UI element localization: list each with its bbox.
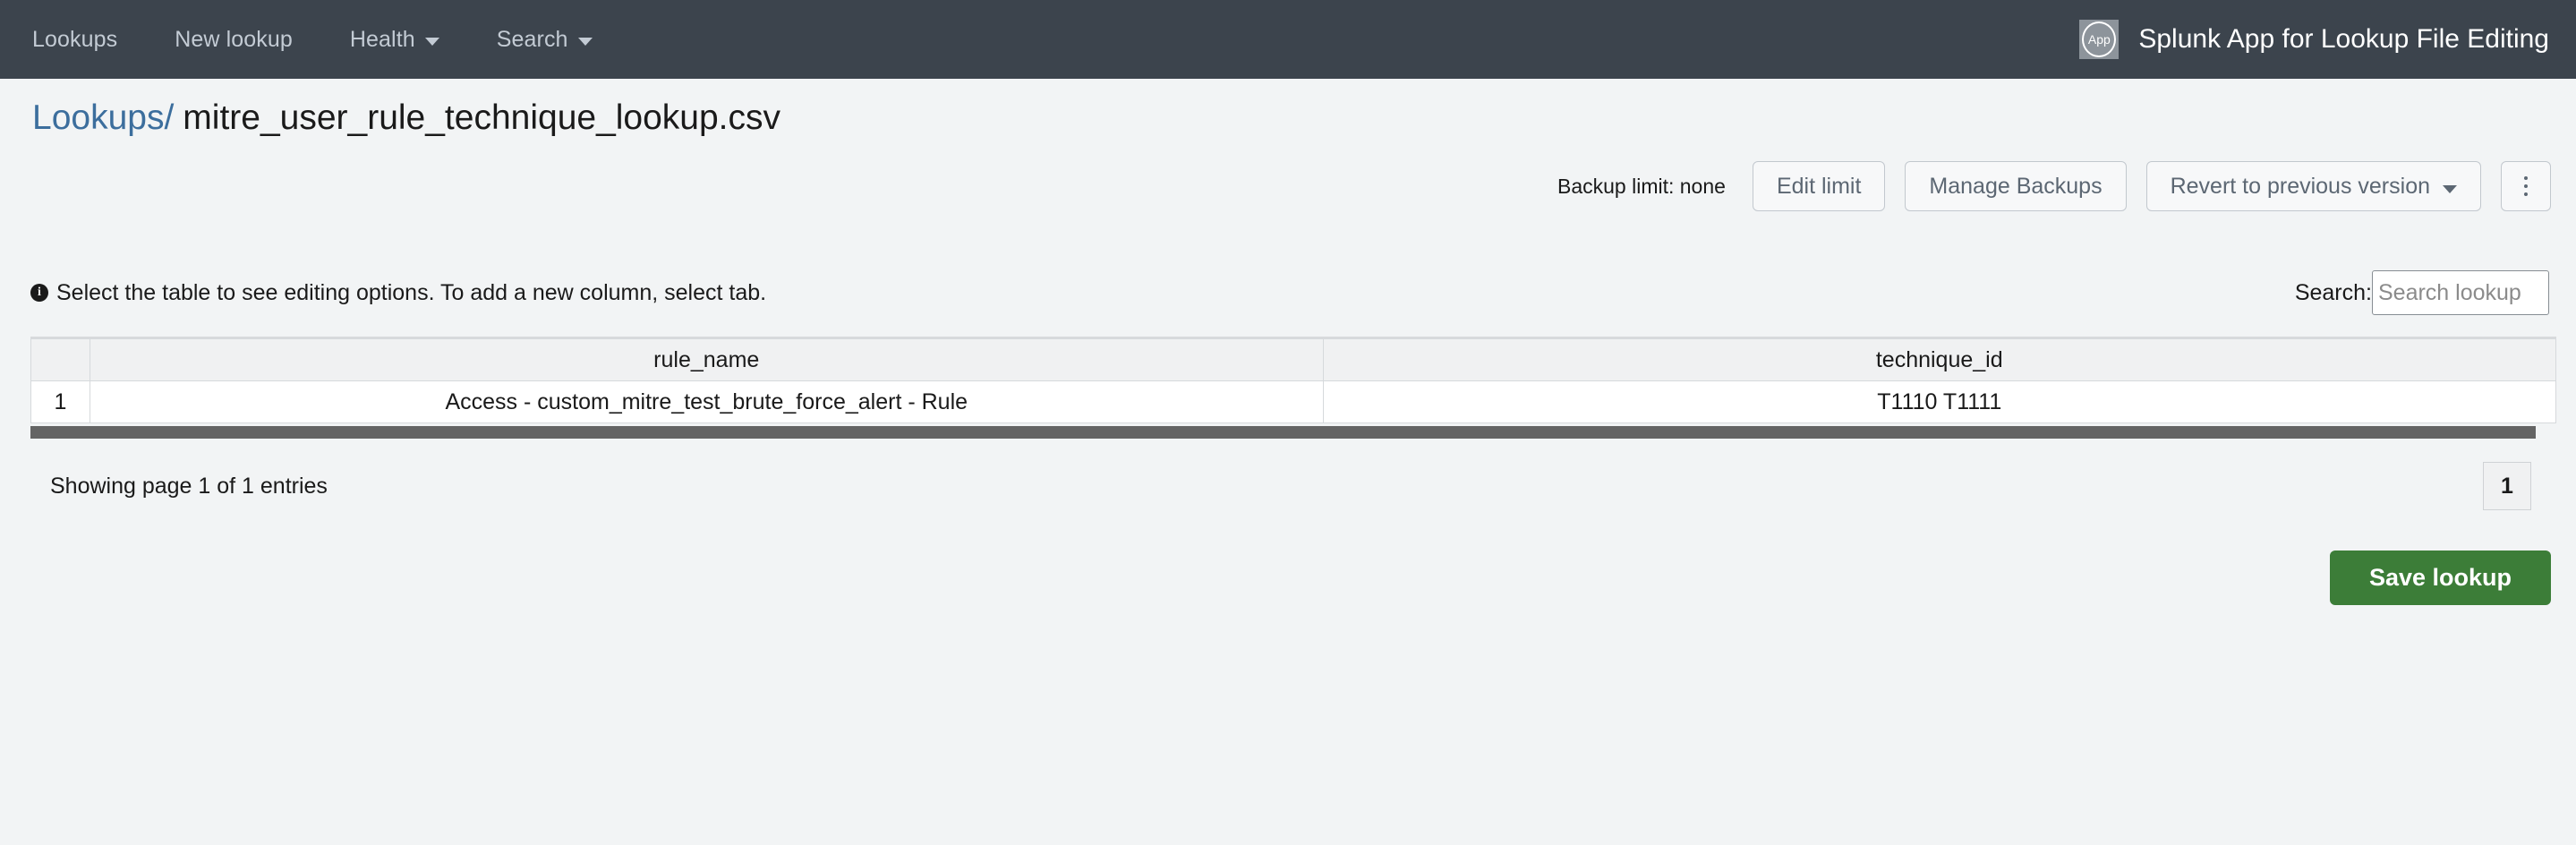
horizontal-scrollbar[interactable]	[30, 426, 2556, 439]
editing-notice-text: Select the table to see editing options.…	[56, 279, 767, 305]
cell-technique-id[interactable]: T1110 T1111	[1322, 380, 2556, 423]
row-index-header[interactable]	[30, 338, 90, 381]
app-logo-icon: App	[2079, 20, 2120, 59]
cell-rule-name[interactable]: Access - custom_mitre_test_brute_force_a…	[90, 380, 1324, 423]
column-header-technique-id[interactable]: technique_id	[1322, 338, 2556, 381]
column-header-rule-name[interactable]: rule_name	[90, 338, 1324, 381]
lookup-table[interactable]: rule_name technique_id 1 Access - custom…	[30, 338, 2556, 423]
app-title: Splunk App for Lookup File Editing	[2138, 24, 2549, 54]
table-row[interactable]: 1 Access - custom_mitre_test_brute_force…	[30, 380, 2556, 423]
kebab-dot-icon	[2524, 192, 2528, 196]
app-logo-label: App	[2087, 32, 2111, 47]
table-header-row: rule_name technique_id	[30, 338, 2556, 381]
nav-item-health[interactable]: Health	[321, 0, 468, 79]
showing-entries-text: Showing page 1 of 1 entries	[50, 473, 328, 499]
breadcrumb-lookups-link[interactable]: Lookups/	[32, 98, 174, 138]
row-index-cell: 1	[30, 380, 90, 423]
nav-item-label: Lookups	[32, 26, 118, 52]
edit-limit-button[interactable]: Edit limit	[1752, 161, 1886, 211]
nav-items: Lookups New lookup Health Search	[0, 0, 621, 79]
table-footer: Showing page 1 of 1 entries 1	[0, 439, 2576, 510]
nav-item-label: Health	[349, 26, 415, 52]
kebab-dot-icon	[2524, 176, 2528, 180]
chevron-down-icon	[424, 37, 439, 46]
breadcrumb: Lookups/ mitre_user_rule_technique_looku…	[0, 79, 2576, 138]
notice-and-search-row: i Select the table to see editing option…	[0, 211, 2576, 315]
search-input[interactable]	[2372, 270, 2549, 315]
nav-item-new-lookup[interactable]: New lookup	[146, 0, 321, 79]
info-icon: i	[30, 284, 48, 302]
kebab-dot-icon	[2524, 184, 2528, 188]
pagination-page-1-button[interactable]: 1	[2483, 462, 2531, 510]
search-label: Search:	[2294, 279, 2372, 305]
top-navigation-bar: Lookups New lookup Health Search App Spl…	[0, 0, 2576, 79]
app-logo-circle: App	[2082, 21, 2117, 57]
revert-label: Revert to previous version	[2170, 173, 2430, 199]
save-row: Save lookup	[0, 510, 2576, 605]
more-actions-button[interactable]	[2501, 161, 2551, 211]
revert-to-previous-version-button[interactable]: Revert to previous version	[2145, 161, 2481, 211]
chevron-down-icon	[2443, 184, 2457, 193]
table-body: 1 Access - custom_mitre_test_brute_force…	[30, 380, 2556, 423]
nav-item-search[interactable]: Search	[468, 0, 621, 79]
save-lookup-button[interactable]: Save lookup	[2329, 551, 2551, 605]
table-header: rule_name technique_id	[30, 338, 2556, 381]
lookup-table-container[interactable]: rule_name technique_id 1 Access - custom…	[30, 337, 2556, 423]
nav-item-lookups[interactable]: Lookups	[0, 0, 146, 79]
horizontal-scrollbar-thumb[interactable]	[30, 426, 2537, 439]
manage-backups-label: Manage Backups	[1929, 173, 2103, 199]
app-branding: App Splunk App for Lookup File Editing	[2079, 0, 2549, 79]
page-title: mitre_user_rule_technique_lookup.csv	[183, 98, 781, 137]
manage-backups-button[interactable]: Manage Backups	[1905, 161, 2127, 211]
nav-item-label: Search	[496, 26, 568, 52]
chevron-down-icon	[577, 37, 593, 46]
nav-item-label: New lookup	[175, 26, 293, 52]
search-control: Search:	[2295, 270, 2576, 315]
backup-limit-label: Backup limit: none	[1557, 174, 1726, 198]
lookup-toolbar: Backup limit: none Edit limit Manage Bac…	[0, 138, 2576, 211]
edit-limit-label: Edit limit	[1776, 173, 1862, 199]
editing-notice: i Select the table to see editing option…	[30, 280, 766, 306]
